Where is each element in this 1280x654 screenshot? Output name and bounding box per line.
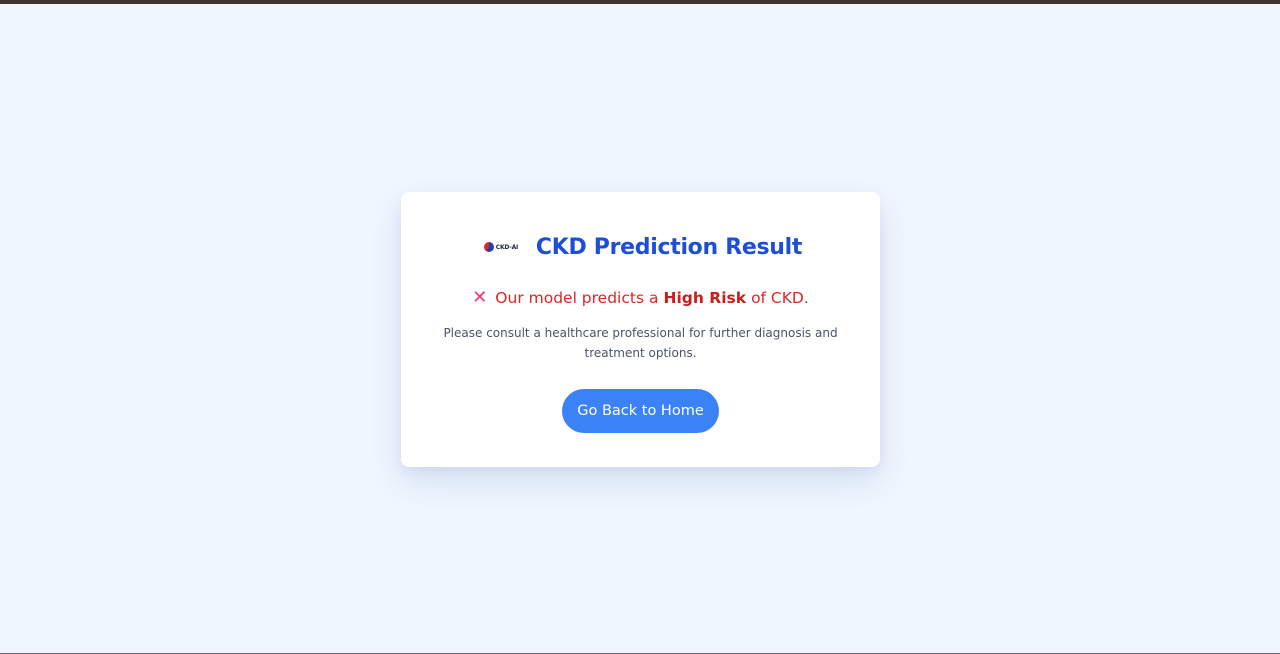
logo-text: CKD-AI: [495, 243, 519, 251]
cross-icon: ✕: [472, 287, 488, 308]
ckd-ai-logo: CKD-AI: [479, 235, 523, 259]
prediction-prefix: Our model predicts a: [495, 289, 659, 307]
result-header: CKD-AI CKD Prediction Result: [401, 232, 880, 262]
risk-level: High Risk: [663, 289, 747, 307]
go-back-home-button[interactable]: Go Back to Home: [562, 389, 719, 433]
consultation-advice: Please consult a healthcare professional…: [443, 326, 838, 360]
window-top-border: [0, 0, 1280, 4]
prediction-message: ✕ Our model predicts a High Risk of CKD.: [401, 287, 880, 309]
prediction-result-card: CKD-AI CKD Prediction Result ✕ Our model…: [401, 192, 880, 467]
logo-mark-icon: [483, 242, 494, 252]
page-title: CKD Prediction Result: [535, 234, 803, 260]
prediction-suffix: of CKD.: [751, 289, 809, 307]
